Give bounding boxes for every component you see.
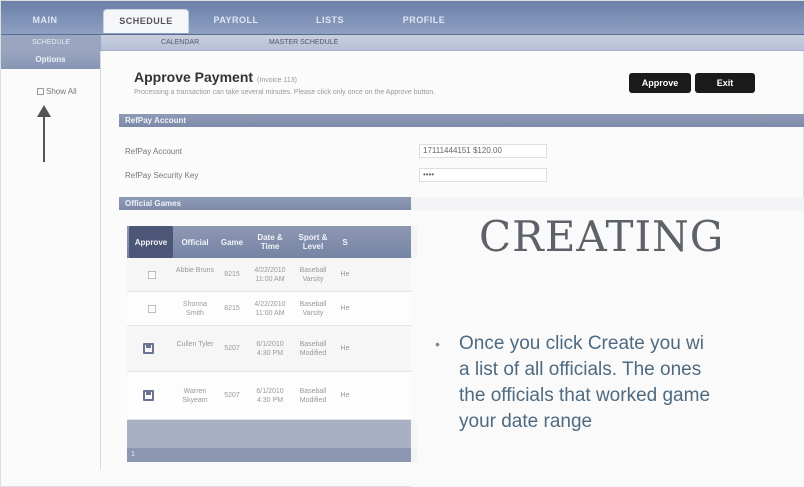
game-datetime: 4/22/2010 11:00 AM <box>254 301 286 317</box>
table-row: Cullen Tyler 5207 6/1/2010 4:30 PM Baseb… <box>127 326 417 372</box>
table-row: Warren Skyeam 5207 6/1/2010 4:30 PM Base… <box>127 372 417 420</box>
column-date-time[interactable]: Date & Time <box>249 226 291 258</box>
table-row: Abbie Bruns 8215 4/22/2010 11:00 AM Base… <box>127 258 417 292</box>
table-header: Approve Official Game Date & Time Sport … <box>127 226 417 258</box>
save-icon[interactable] <box>143 390 154 401</box>
game-datetime: 6/1/2010 4:30 PM <box>256 388 284 404</box>
table-pager: 1 <box>127 448 417 462</box>
save-icon[interactable] <box>143 343 154 354</box>
security-key-input[interactable]: •••• <box>419 168 547 182</box>
table-footer <box>127 420 417 448</box>
tab-payroll[interactable]: PAYROLL <box>193 9 279 33</box>
column-game[interactable]: Game <box>215 226 249 258</box>
sidebar-title: Options <box>1 51 100 69</box>
tab-main[interactable]: MAIN <box>15 9 75 33</box>
sport-level: Baseball Varsity <box>299 301 327 317</box>
tab-lists[interactable]: LISTS <box>287 9 373 33</box>
official-name: Warren Skyeam <box>182 388 208 404</box>
official-name: Shonna Smith <box>182 301 208 317</box>
official-name: Cullen Tyler <box>176 341 214 348</box>
game-number: 8215 <box>224 305 240 312</box>
bullet-line: Once you click Create you wi <box>459 333 704 354</box>
subnav-master-schedule[interactable]: MASTER SCHEDULE <box>269 35 338 51</box>
page-title-text: Approve Payment <box>134 69 254 85</box>
table-row: Shonna Smith 8215 4/22/2010 11:00 AM Bas… <box>127 292 417 326</box>
arrow-shaft <box>43 110 45 162</box>
column-sport-level[interactable]: Sport & Level <box>291 226 335 258</box>
app-window: MAIN SCHEDULE PAYROLL LISTS PROFILE SCHE… <box>0 0 804 487</box>
bullet-line: the officials that worked game <box>459 385 711 406</box>
approve-checkbox[interactable] <box>148 271 156 279</box>
official-games-table: Approve Official Game Date & Time Sport … <box>127 226 417 462</box>
show-all-option[interactable]: Show All <box>37 87 77 96</box>
bullet-line: your date range <box>459 411 593 432</box>
game-number: 5207 <box>224 392 240 399</box>
game-datetime: 6/1/2010 4:30 PM <box>256 341 284 357</box>
show-all-label: Show All <box>46 87 77 96</box>
top-navigation: MAIN SCHEDULE PAYROLL LISTS PROFILE <box>1 1 804 35</box>
game-number: 5207 <box>224 345 240 352</box>
invoice-note: (Invoice 113) <box>257 77 297 84</box>
column-approve[interactable]: Approve <box>129 226 173 258</box>
sub-navigation: SCHEDULE CALENDAR MASTER SCHEDULE <box>1 35 804 51</box>
site: He <box>340 345 350 352</box>
refpay-account-select[interactable]: 17111444151 $120.00 <box>419 144 547 158</box>
game-number: 8215 <box>224 271 240 278</box>
show-all-checkbox[interactable] <box>37 88 44 95</box>
sport-level: Baseball Modified <box>299 341 327 357</box>
slide-heading: CREATING <box>479 212 725 261</box>
security-key-label: RefPay Security Key <box>125 171 199 180</box>
approve-checkbox[interactable] <box>148 305 156 313</box>
tab-schedule[interactable]: SCHEDULE <box>103 9 189 33</box>
approve-button[interactable]: Approve <box>629 73 691 93</box>
site: He <box>340 271 350 278</box>
site: He <box>340 392 350 399</box>
page-subtitle: Processing a transaction can take severa… <box>134 89 436 96</box>
refpay-account-label: RefPay Account <box>125 147 182 156</box>
sport-level: Baseball Varsity <box>299 267 327 283</box>
game-datetime: 4/22/2010 11:00 AM <box>254 267 286 283</box>
official-name: Abbie Bruns <box>175 267 215 274</box>
slide-overlay: CREATING • Once you click Create you wi … <box>411 197 804 487</box>
column-site[interactable]: S <box>335 226 355 258</box>
refpay-section-header: RefPay Account <box>119 114 804 127</box>
subnav-calendar[interactable]: CALENDAR <box>161 35 199 51</box>
options-sidebar: Options Show All <box>1 51 101 469</box>
column-official[interactable]: Official <box>175 226 215 258</box>
bullet-dot-icon: • <box>435 336 440 352</box>
subnav-schedule[interactable]: SCHEDULE <box>1 35 101 51</box>
exit-button[interactable]: Exit <box>695 73 755 93</box>
site: He <box>340 305 350 312</box>
slide-bullet: • Once you click Create you wi a list of… <box>435 331 804 435</box>
page-title: Approve Payment (Invoice 113) <box>134 69 297 85</box>
tab-profile[interactable]: PROFILE <box>381 9 467 33</box>
bullet-line: a list of all officials. The ones <box>459 359 702 380</box>
sport-level: Baseball Modified <box>299 388 327 404</box>
